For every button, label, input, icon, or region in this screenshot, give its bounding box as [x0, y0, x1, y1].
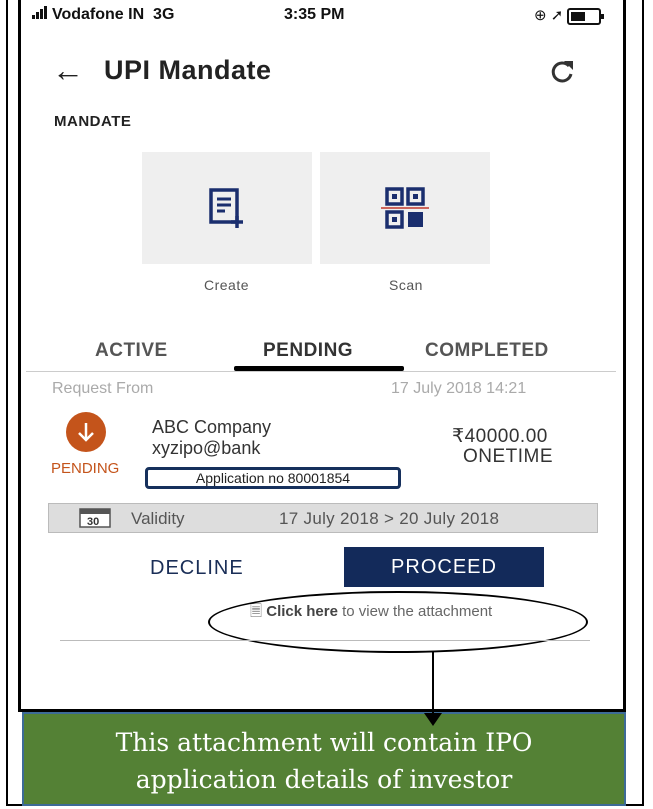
- back-arrow-icon[interactable]: ←: [52, 52, 84, 88]
- tab-completed[interactable]: COMPLETED: [425, 340, 549, 362]
- battery-icon: [567, 7, 605, 25]
- tab-active[interactable]: ACTIVE: [95, 340, 168, 362]
- validity-label: Validity: [131, 509, 185, 528]
- highlight-oval: [208, 591, 588, 653]
- annotation-arrow: [432, 652, 434, 716]
- payee-name: ABC Company: [152, 417, 272, 437]
- decline-button[interactable]: DECLINE: [150, 557, 244, 580]
- request-datetime: 17 July 2018 14:21: [391, 380, 527, 397]
- status-icons: ⊕ ➚: [534, 6, 605, 25]
- create-mandate-button[interactable]: [142, 152, 312, 264]
- scan-qr-button[interactable]: [320, 152, 490, 264]
- annotation-arrow-head: [424, 713, 442, 726]
- rotation-lock-icon: ⊕: [534, 7, 547, 24]
- calendar-icon: 30: [79, 508, 111, 528]
- page-title: UPI Mandate: [104, 55, 272, 85]
- section-label: MANDATE: [54, 113, 132, 130]
- request-from-label: Request From: [52, 380, 154, 397]
- create-document-icon: [209, 188, 243, 228]
- status-bar: Vodafone IN 3G 3:35 PM ⊕ ➚: [26, 0, 618, 30]
- mandate-amount: ₹40000.00: [452, 426, 548, 447]
- validity-range: 17 July 2018 > 20 July 2018: [279, 509, 500, 528]
- location-icon: ➚: [550, 7, 564, 24]
- pending-status-icon: [66, 412, 106, 452]
- mandate-frequency: ONETIME: [463, 446, 554, 467]
- status-time: 3:35 PM: [284, 6, 345, 23]
- tab-selected-indicator: [234, 366, 404, 371]
- scan-label: Scan: [389, 277, 423, 293]
- refresh-icon[interactable]: [548, 58, 576, 86]
- bottom-divider: [60, 640, 590, 641]
- qr-code-icon: [381, 187, 429, 229]
- tab-pending[interactable]: PENDING: [263, 340, 353, 362]
- annotation-text: This attachment will contain IPO applica…: [22, 724, 626, 798]
- create-label: Create: [204, 277, 250, 293]
- calendar-day: 30: [87, 516, 99, 528]
- down-arrow-icon: [78, 423, 94, 442]
- proceed-button[interactable]: PROCEED: [344, 547, 544, 587]
- annotation-line-1: This attachment will contain IPO: [115, 728, 533, 757]
- annotation-line-2: application details of investor: [135, 765, 513, 794]
- status-badge: PENDING: [51, 460, 120, 477]
- tab-divider: [26, 371, 616, 372]
- signal-icon: [32, 6, 48, 24]
- payee-vpa: xyzipo@bank: [152, 438, 261, 458]
- carrier-name: Vodafone IN: [52, 6, 145, 23]
- network-type: 3G: [153, 6, 175, 23]
- application-number: Application no 80001854: [145, 467, 401, 489]
